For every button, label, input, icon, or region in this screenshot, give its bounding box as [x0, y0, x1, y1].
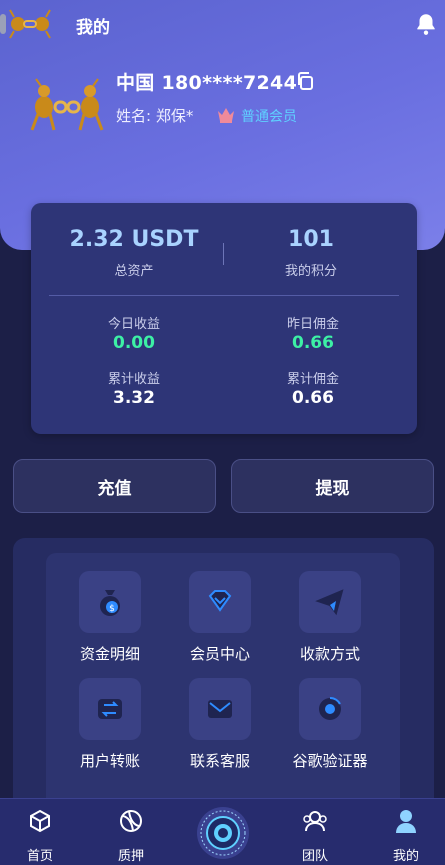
user-name: 姓名: 郑保* — [116, 107, 194, 125]
menu-item-label: 资金明细 — [79, 645, 140, 663]
nav-item-mine[interactable]: 我的 — [366, 799, 445, 865]
top-bar: 我的 — [0, 0, 445, 50]
menu-item-label: 收款方式 — [299, 645, 360, 663]
user-icon — [396, 810, 416, 833]
divider — [49, 295, 399, 296]
points-label: 我的积分 — [284, 264, 337, 279]
menu-item-user-transfer[interactable]: 用户转账 — [56, 678, 166, 778]
menu-grid: $ 资金明细 会员中心 收款方式 用户转账 联系客服 谷歌验证器 — [46, 553, 400, 818]
nav-item-team[interactable]: 团队 — [275, 799, 355, 865]
crown-icon — [218, 108, 234, 123]
cube-icon — [30, 809, 50, 833]
bell-icon[interactable] — [413, 11, 439, 37]
total-assets-value: 2.32 USDT — [69, 227, 199, 252]
nav-item-home[interactable]: 首页 — [0, 799, 80, 865]
diamond-icon — [189, 571, 251, 633]
google-icon — [299, 678, 361, 740]
total-income-label: 累计收益 — [107, 372, 160, 387]
today-income-label: 今日收益 — [107, 317, 160, 332]
center-logo-icon[interactable] — [195, 805, 251, 861]
transfer-icon — [79, 678, 141, 740]
page-title: 我的 — [76, 18, 110, 38]
ball-icon — [120, 810, 142, 832]
function-menu: $ 资金明细 会员中心 收款方式 用户转账 联系客服 谷歌验证器 — [13, 538, 434, 818]
menu-item-google-authenticator[interactable]: 谷歌验证器 — [276, 678, 386, 778]
total-commission-label: 累计佣金 — [286, 372, 339, 387]
svg-text:$: $ — [109, 604, 115, 614]
nav-label: 质押 — [117, 849, 144, 864]
menu-item-payment-methods[interactable]: 收款方式 — [276, 571, 386, 671]
avatar[interactable] — [28, 78, 106, 136]
ant-logo-icon — [0, 9, 51, 39]
total-assets-label: 总资产 — [114, 264, 154, 279]
team-icon — [303, 811, 327, 832]
nav-item-staking[interactable]: 质押 — [91, 799, 171, 865]
menu-item-label: 用户转账 — [79, 752, 140, 770]
yesterday-commission-label: 昨日佣金 — [286, 317, 339, 332]
menu-item-label: 谷歌验证器 — [292, 752, 368, 770]
menu-item-label: 联系客服 — [189, 752, 250, 770]
divider — [223, 243, 224, 265]
nav-label: 团队 — [301, 849, 328, 864]
today-income-value: 0.00 — [113, 333, 155, 353]
mail-icon — [189, 678, 251, 740]
withdraw-button[interactable]: 提现 — [231, 459, 434, 513]
member-level[interactable]: 普通会员 — [241, 106, 297, 126]
menu-item-customer-service[interactable]: 联系客服 — [166, 678, 276, 778]
nav-label: 我的 — [392, 849, 419, 864]
total-commission-value: 0.66 — [292, 388, 334, 408]
menu-item-member-center[interactable]: 会员中心 — [166, 571, 276, 671]
asset-card: 2.32 USDT 总资产 101 我的积分 今日收益 0.00 昨日佣金 0.… — [31, 203, 417, 434]
bottom-nav: 首页 质押 团队 我的 — [0, 798, 445, 865]
recharge-button[interactable]: 充值 — [13, 459, 216, 513]
yesterday-commission-value: 0.66 — [292, 333, 334, 353]
total-income-value: 3.32 — [113, 388, 155, 408]
user-phone: 中国 180****7244 — [116, 72, 298, 94]
money-bag-icon: $ — [79, 571, 141, 633]
menu-item-label: 会员中心 — [189, 645, 250, 663]
copy-icon[interactable] — [295, 71, 315, 91]
points-value: 101 — [288, 227, 334, 252]
menu-item-fund-details[interactable]: $ 资金明细 — [56, 571, 166, 671]
paper-plane-icon — [299, 571, 361, 633]
nav-label: 首页 — [26, 849, 53, 864]
